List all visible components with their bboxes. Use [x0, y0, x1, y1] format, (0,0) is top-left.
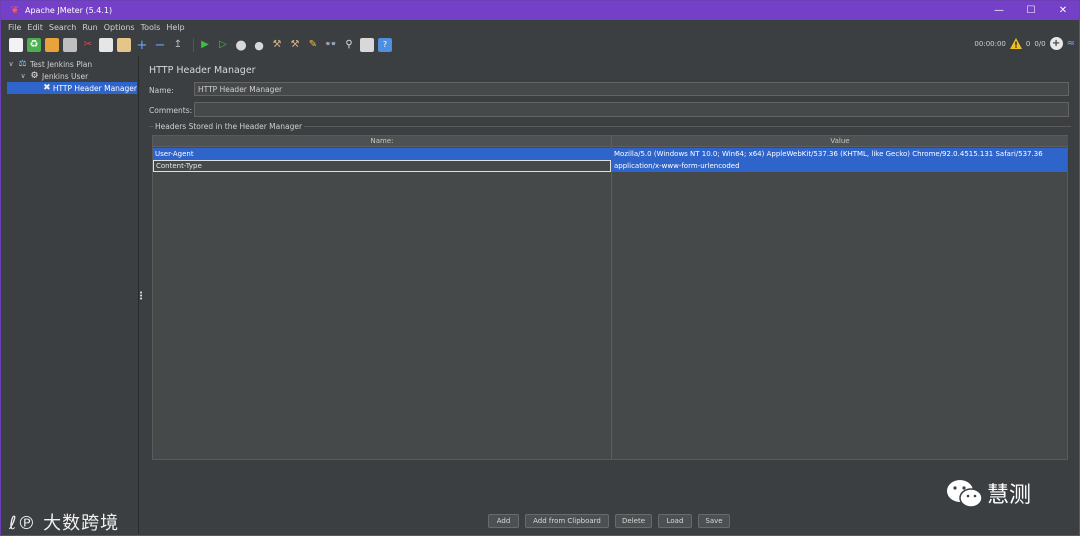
help-icon[interactable]: ? — [378, 38, 392, 52]
title-bar: ❦ Apache JMeter (5.4.1) — ☐ ✕ — [1, 1, 1079, 20]
watermark-logo-right: 慧测 — [945, 477, 1041, 511]
menu-bar: File Edit Search Run Options Tools Help — [1, 20, 1079, 34]
jmeter-feather-icon: ❦ — [10, 5, 20, 16]
minimize-icon[interactable]: — — [983, 1, 1015, 20]
comments-label: Comments: — [149, 106, 193, 115]
table-cell-value[interactable]: application/x-www-form-urlencoded — [612, 160, 1067, 172]
table-cell-name[interactable]: User-Agent — [153, 148, 611, 160]
column-divider — [611, 136, 612, 459]
toggle-icon[interactable]: ↥ — [171, 38, 185, 52]
menu-options[interactable]: Options — [104, 23, 135, 32]
collapse-icon[interactable]: − — [153, 38, 167, 52]
run-indicator-icon: ≈ — [1066, 38, 1075, 49]
clear-all-icon[interactable]: 👓 — [324, 38, 338, 52]
save-button[interactable]: Save — [698, 514, 730, 528]
search-icon[interactable]: ⚲ — [342, 38, 356, 52]
wrench-icon: ✖ — [43, 83, 51, 93]
splitter-grip-icon[interactable]: • • • — [139, 290, 143, 303]
tree-item-thread-group[interactable]: ∨ ⚙ Jenkins User — [19, 70, 88, 82]
column-header-name[interactable]: Name: — [153, 136, 611, 147]
open-icon[interactable] — [45, 38, 59, 52]
shutdown-icon[interactable]: ● — [252, 38, 266, 52]
name-label: Name: — [149, 86, 174, 95]
toolbar: ♻ ✂ + − ↥ ▶ ▷ ● ● ⚒ ⚒ ✎ 👓 ⚲ ? — [1, 34, 1079, 56]
expand-icon[interactable]: + — [135, 38, 149, 52]
wechat-icon — [947, 480, 983, 508]
tree-item-test-plan[interactable]: ∨ ⚖ Test Jenkins Plan — [7, 58, 92, 70]
menu-help[interactable]: Help — [166, 23, 184, 32]
new-icon[interactable] — [9, 38, 23, 52]
toolbar-separator — [193, 38, 194, 52]
add-button[interactable]: Add — [488, 514, 519, 528]
svg-text:慧测: 慧测 — [987, 483, 1031, 508]
svg-text:ℓ℗ 大数跨境: ℓ℗ 大数跨境 — [9, 513, 119, 534]
panel-splitter[interactable]: • • • — [138, 56, 143, 534]
tree-item-header-manager[interactable]: ✖ HTTP Header Manager — [7, 82, 137, 94]
delete-button[interactable]: Delete — [615, 514, 652, 528]
jmeter-window: ❦ Apache JMeter (5.4.1) — ☐ ✕ File Edit … — [0, 0, 1080, 536]
headers-table: Name: Value User-Agent Mozilla/5.0 (Wind… — [152, 135, 1068, 460]
templates-icon[interactable]: ♻ — [27, 38, 41, 52]
column-header-value[interactable]: Value — [612, 136, 1068, 147]
window-title: Apache JMeter (5.4.1) — [25, 6, 113, 15]
warning-icon[interactable] — [1009, 38, 1022, 49]
clear-icon[interactable]: ✎ — [306, 38, 320, 52]
tree-item-label: HTTP Header Manager — [52, 83, 137, 93]
expand-toggle-icon[interactable]: ∨ — [7, 60, 15, 68]
add-from-clipboard-button[interactable]: Add from Clipboard — [525, 514, 609, 528]
expand-toggle-icon[interactable]: ∨ — [19, 72, 27, 80]
thread-count: 0/0 — [1034, 39, 1046, 48]
group-label: Headers Stored in the Header Manager — [153, 122, 305, 131]
table-cell-value[interactable]: Mozilla/5.0 (Windows NT 10.0; Win64; x64… — [612, 148, 1067, 160]
maximize-icon[interactable]: ☐ — [1015, 1, 1047, 20]
menu-edit[interactable]: Edit — [27, 23, 43, 32]
elapsed-timer: 00:00:00 — [974, 39, 1006, 48]
save-icon[interactable] — [63, 38, 77, 52]
header-manager-panel: HTTP Header Manager Name: HTTP Header Ma… — [143, 56, 1077, 534]
cut-icon[interactable]: ✂ — [81, 38, 95, 52]
comments-field[interactable] — [194, 102, 1069, 117]
watermark-logo-left: ℓ℗ 大数跨境 — [8, 510, 141, 539]
remote-start-icon[interactable]: ⚒ — [270, 38, 284, 52]
warning-count: 0 — [1025, 39, 1031, 48]
flask-icon: ⚖ — [18, 59, 27, 69]
status-area: 00:00:00 0 0/0 + ≈ — [970, 37, 1075, 50]
stop-icon[interactable]: ● — [234, 38, 248, 52]
paste-icon[interactable] — [117, 38, 131, 52]
load-button[interactable]: Load — [658, 514, 692, 528]
page-below-window — [0, 536, 1080, 542]
remote-stop-icon[interactable]: ⚒ — [288, 38, 302, 52]
menu-run[interactable]: Run — [82, 23, 97, 32]
gear-icon: ⚙ — [30, 71, 39, 81]
headers-group: Headers Stored in the Header Manager Nam… — [149, 122, 1071, 526]
log-viewer-icon[interactable]: + — [1049, 37, 1063, 50]
copy-icon[interactable] — [99, 38, 113, 52]
name-field[interactable]: HTTP Header Manager — [194, 82, 1069, 96]
menu-file[interactable]: File — [8, 23, 21, 32]
menu-tools[interactable]: Tools — [141, 23, 161, 32]
tree-item-label: Test Jenkins Plan — [30, 59, 93, 69]
close-icon[interactable]: ✕ — [1047, 1, 1079, 20]
function-helper-icon[interactable] — [360, 38, 374, 52]
test-plan-tree: ∨ ⚖ Test Jenkins Plan ∨ ⚙ Jenkins User ✖… — [5, 56, 138, 534]
start-no-pauses-icon[interactable]: ▷ — [216, 38, 230, 52]
start-icon[interactable]: ▶ — [198, 38, 212, 52]
menu-search[interactable]: Search — [49, 23, 76, 32]
panel-title: HTTP Header Manager — [149, 65, 256, 76]
tree-item-label: Jenkins User — [42, 71, 89, 81]
table-cell-name-editing[interactable]: Content-Type — [153, 160, 611, 172]
